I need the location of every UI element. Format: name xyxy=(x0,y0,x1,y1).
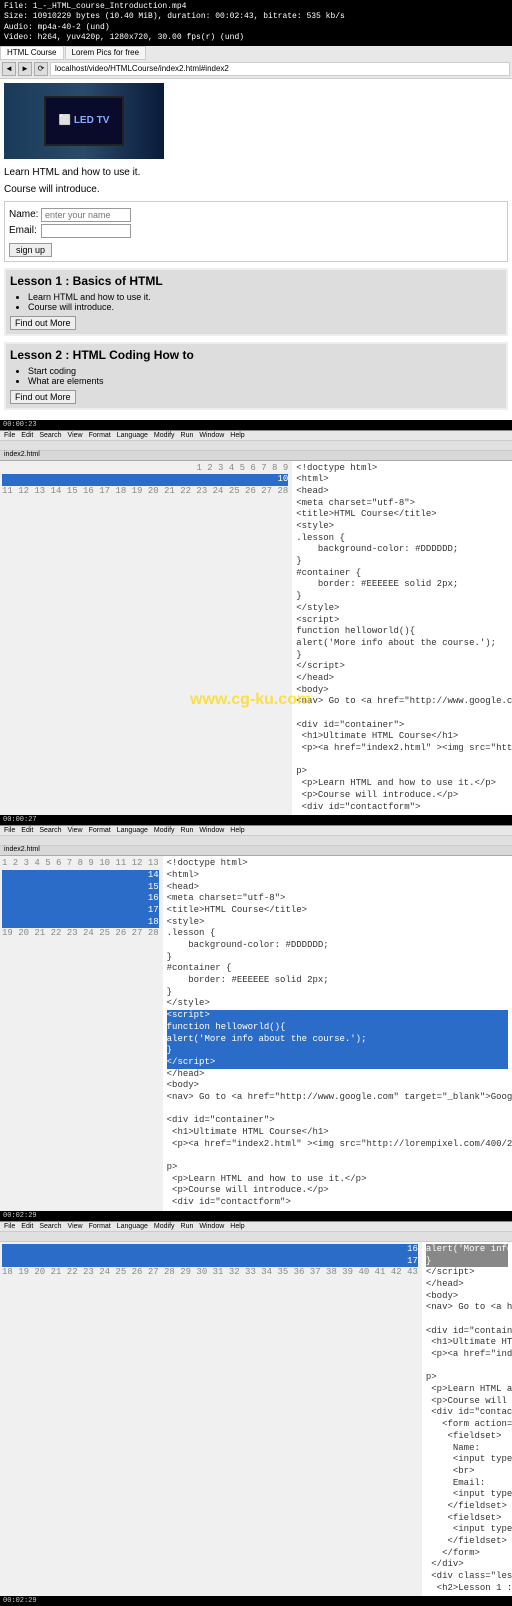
menu-search[interactable]: Search xyxy=(39,1223,61,1230)
menu-format[interactable]: Format xyxy=(89,432,111,439)
meta-video: Video: h264, yuv420p, 1280x720, 30.00 fp… xyxy=(4,33,508,43)
rendered-page: ⬜ LED TV Learn HTML and how to use it. C… xyxy=(0,79,512,420)
code-area-3[interactable]: 161718 19 20 21 22 23 24 25 26 27 28 29 … xyxy=(0,1242,512,1597)
email-input[interactable] xyxy=(41,224,131,238)
list-item: What are elements xyxy=(28,376,502,386)
editor-menubar: File Edit Search View Format Language Mo… xyxy=(0,431,512,441)
list-item: Course will introduce. xyxy=(28,302,502,312)
browser-tab-1[interactable]: HTML Course xyxy=(0,46,64,60)
menu-modify[interactable]: Modify xyxy=(154,432,175,439)
line-gutter: 161718 19 20 21 22 23 24 25 26 27 28 29 … xyxy=(0,1242,422,1597)
code-area-1[interactable]: 1 2 3 4 5 6 7 8 9 1011 12 13 14 15 16 17… xyxy=(0,461,512,816)
menu-file[interactable]: File xyxy=(4,1223,15,1230)
menu-run[interactable]: Run xyxy=(181,827,194,834)
watermark: www.cg-ku.com xyxy=(190,691,311,709)
meta-size: Size: 10910229 bytes (10.40 MiB), durati… xyxy=(4,12,508,22)
file-tab[interactable]: index2.html xyxy=(4,846,40,853)
list-item: Start coding xyxy=(28,366,502,376)
code-lines[interactable]: <!doctype html> <html> <head> <meta char… xyxy=(292,461,512,816)
course-text: Course will introduce. xyxy=(4,184,508,195)
timestamp-3: 00:02:29 xyxy=(0,1211,512,1221)
list-item: Learn HTML and how to use it. xyxy=(28,292,502,302)
editor-pane-3: File Edit Search View Format Language Mo… xyxy=(0,1221,512,1597)
editor-menubar: File Edit Search View Format Language Mo… xyxy=(0,1222,512,1232)
menu-window[interactable]: Window xyxy=(199,827,224,834)
name-input[interactable] xyxy=(41,208,131,222)
menu-help[interactable]: Help xyxy=(230,1223,244,1230)
learn-text: Learn HTML and how to use it. xyxy=(4,167,508,178)
menu-modify[interactable]: Modify xyxy=(154,1223,175,1230)
menu-file[interactable]: File xyxy=(4,827,15,834)
menu-edit[interactable]: Edit xyxy=(21,827,33,834)
lesson-2-title: Lesson 2 : HTML Coding How to xyxy=(10,348,502,362)
menu-format[interactable]: Format xyxy=(89,1223,111,1230)
timestamp-1: 00:00:23 xyxy=(0,420,512,430)
menu-view[interactable]: View xyxy=(68,432,83,439)
signup-form: Name: Email: sign up xyxy=(4,201,508,262)
menu-edit[interactable]: Edit xyxy=(21,1223,33,1230)
tv-screen: ⬜ LED TV xyxy=(44,96,124,146)
menu-help[interactable]: Help xyxy=(230,432,244,439)
meta-file: File: 1_-_HTML_course_Introduction.mp4 xyxy=(4,2,508,12)
forward-icon: ► xyxy=(21,64,29,73)
editor-toolbar xyxy=(0,1232,512,1242)
timestamp-2: 00:00:27 xyxy=(0,815,512,825)
file-tab[interactable]: index2.html xyxy=(4,451,40,458)
menu-language[interactable]: Language xyxy=(117,432,148,439)
editor-toolbar xyxy=(0,836,512,846)
editor-pane-2: File Edit Search View Format Language Mo… xyxy=(0,825,512,1211)
menu-run[interactable]: Run xyxy=(181,432,194,439)
menu-format[interactable]: Format xyxy=(89,827,111,834)
menu-search[interactable]: Search xyxy=(39,432,61,439)
timestamp-end: 00:02:29 xyxy=(0,1596,512,1606)
reload-button[interactable]: ⟳ xyxy=(34,62,48,76)
meta-audio: Audio: mp4a-40-2 (und) xyxy=(4,23,508,33)
line-gutter: 1 2 3 4 5 6 7 8 9 10 11 12 13 1415161718… xyxy=(0,856,163,1211)
menu-view[interactable]: View xyxy=(68,1223,83,1230)
hero-image[interactable]: ⬜ LED TV xyxy=(4,83,164,159)
tab-label: HTML Course xyxy=(7,48,57,57)
forward-button[interactable]: ► xyxy=(18,62,32,76)
signup-button[interactable]: sign up xyxy=(9,243,52,257)
editor-toolbar xyxy=(0,441,512,451)
menu-language[interactable]: Language xyxy=(117,1223,148,1230)
lesson-1-title: Lesson 1 : Basics of HTML xyxy=(10,274,502,288)
line-gutter: 1 2 3 4 5 6 7 8 9 1011 12 13 14 15 16 17… xyxy=(0,461,292,816)
menu-run[interactable]: Run xyxy=(181,1223,194,1230)
menu-window[interactable]: Window xyxy=(199,432,224,439)
menu-view[interactable]: View xyxy=(68,827,83,834)
menu-modify[interactable]: Modify xyxy=(154,827,175,834)
url-input[interactable] xyxy=(50,62,510,76)
code-lines[interactable]: <!doctype html> <html> <head> <meta char… xyxy=(163,856,512,1211)
lesson-2: Lesson 2 : HTML Coding How to Start codi… xyxy=(4,342,508,410)
code-lines[interactable]: alert('More info about the course.');}</… xyxy=(422,1242,512,1597)
reload-icon: ⟳ xyxy=(38,64,45,73)
menu-language[interactable]: Language xyxy=(117,827,148,834)
editor-filetabs: index2.html xyxy=(0,451,512,461)
video-metadata: File: 1_-_HTML_course_Introduction.mp4 S… xyxy=(0,0,512,46)
editor-menubar: File Edit Search View Format Language Mo… xyxy=(0,826,512,836)
findout-button-2[interactable]: Find out More xyxy=(10,390,76,404)
name-label: Name: xyxy=(9,209,41,220)
tab-label: Lorem Pics for free xyxy=(72,48,140,57)
lesson-1: Lesson 1 : Basics of HTML Learn HTML and… xyxy=(4,268,508,336)
code-area-2[interactable]: 1 2 3 4 5 6 7 8 9 10 11 12 13 1415161718… xyxy=(0,856,512,1211)
browser-tab-2[interactable]: Lorem Pics for free xyxy=(65,46,147,60)
menu-search[interactable]: Search xyxy=(39,827,61,834)
menu-edit[interactable]: Edit xyxy=(21,432,33,439)
browser-chrome: HTML Course Lorem Pics for free ◄ ► ⟳ xyxy=(0,46,512,79)
back-icon: ◄ xyxy=(5,64,13,73)
email-label: Email: xyxy=(9,225,41,236)
findout-button-1[interactable]: Find out More xyxy=(10,316,76,330)
menu-window[interactable]: Window xyxy=(199,1223,224,1230)
menu-file[interactable]: File xyxy=(4,432,15,439)
tv-label: ⬜ LED TV xyxy=(59,115,110,126)
editor-pane-1: File Edit Search View Format Language Mo… xyxy=(0,430,512,816)
editor-filetabs: index2.html xyxy=(0,846,512,856)
address-bar: ◄ ► ⟳ xyxy=(0,60,512,78)
back-button[interactable]: ◄ xyxy=(2,62,16,76)
menu-help[interactable]: Help xyxy=(230,827,244,834)
browser-tabs: HTML Course Lorem Pics for free xyxy=(0,46,512,60)
